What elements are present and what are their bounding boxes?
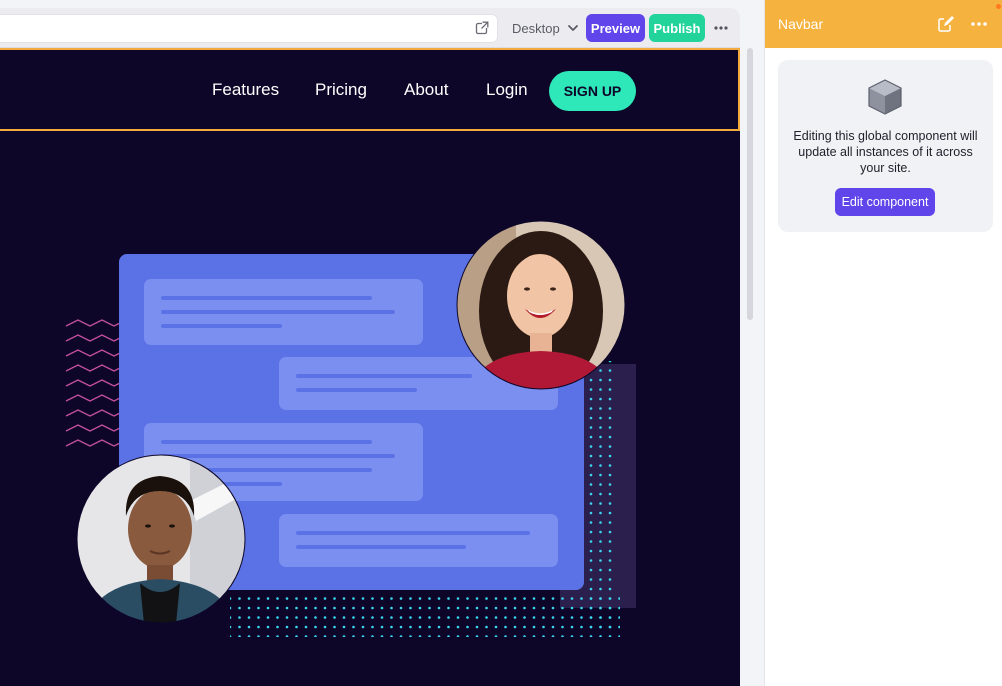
- site-preview: Features Pricing About Login SIGN UP: [0, 48, 740, 686]
- chat-bubble-4: [279, 514, 558, 567]
- preview-button[interactable]: Preview: [586, 14, 645, 42]
- publish-button[interactable]: Publish: [649, 14, 705, 42]
- more-options-button[interactable]: [710, 16, 732, 40]
- url-field[interactable]: [0, 14, 498, 43]
- site-navbar[interactable]: Features Pricing About Login SIGN UP: [0, 48, 740, 131]
- dot-pattern-bottom: [230, 591, 620, 637]
- nav-link-pricing[interactable]: Pricing: [315, 80, 367, 100]
- global-component-card: Editing this global component will updat…: [778, 60, 993, 232]
- signup-button[interactable]: SIGN UP: [549, 71, 636, 111]
- chat-bubble-1: [144, 279, 423, 345]
- canvas-scrollbar[interactable]: [747, 48, 753, 320]
- chevron-down-icon: [567, 25, 578, 31]
- hero-illustration: [65, 220, 636, 637]
- more-icon: [714, 26, 728, 30]
- cube-icon: [868, 79, 902, 115]
- editor-toolbar: Desktop Preview Publish: [0, 8, 740, 48]
- external-link-icon[interactable]: [475, 21, 489, 35]
- zigzag-decoration: [65, 319, 121, 447]
- panel-more-button[interactable]: [969, 14, 989, 34]
- panel-header: Navbar: [765, 0, 1002, 48]
- more-icon: [971, 22, 987, 26]
- device-label: Desktop: [512, 20, 560, 36]
- edit-component-button[interactable]: Edit component: [835, 188, 935, 216]
- nav-link-about[interactable]: About: [404, 80, 448, 100]
- global-component-info: Editing this global component will updat…: [793, 129, 978, 175]
- panel-title: Navbar: [778, 16, 824, 32]
- nav-link-login[interactable]: Login: [486, 80, 528, 100]
- editor-canvas: Desktop Preview Publish Features Pricing…: [0, 0, 764, 686]
- nav-link-features[interactable]: Features: [212, 80, 279, 100]
- properties-panel: Navbar Editing this global component wil…: [764, 0, 1002, 686]
- pencil-icon[interactable]: [937, 15, 955, 33]
- notification-dot: [996, 4, 1001, 9]
- device-select[interactable]: Desktop: [504, 15, 587, 41]
